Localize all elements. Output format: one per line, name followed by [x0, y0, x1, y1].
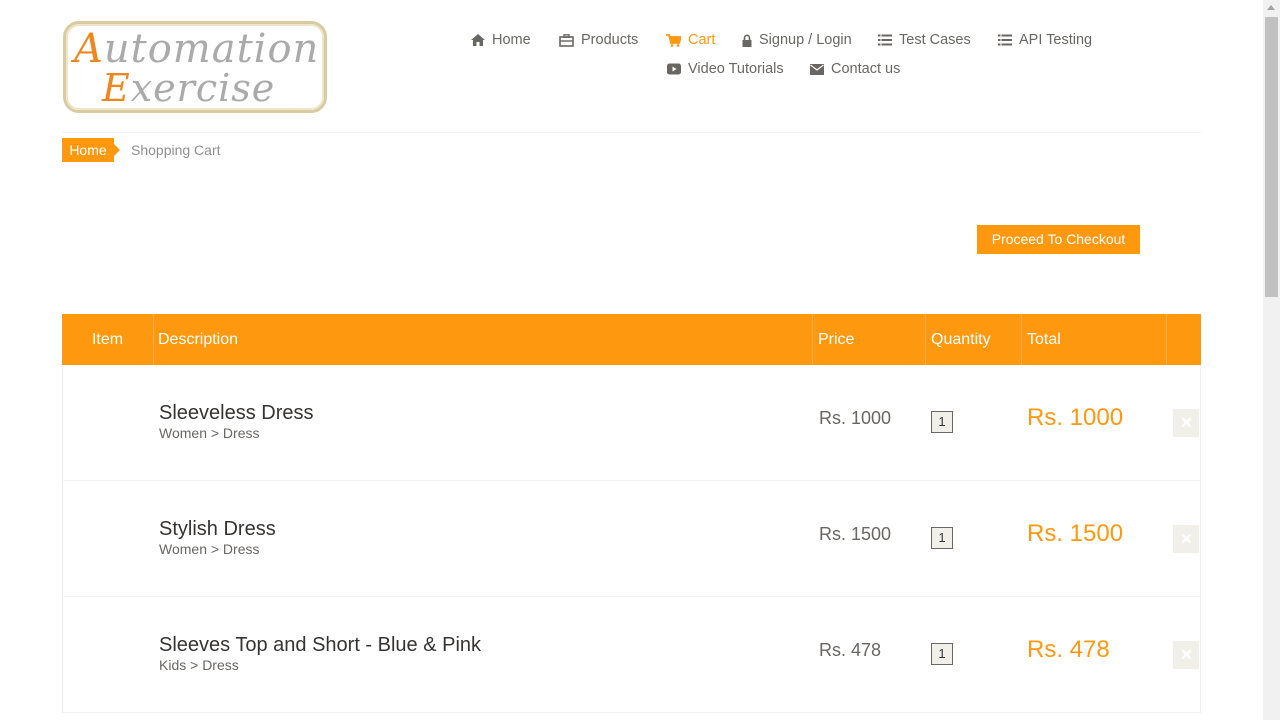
close-icon	[1181, 530, 1191, 548]
product-name[interactable]: Stylish Dress	[159, 518, 276, 541]
nav-test-cases[interactable]: Test Cases	[878, 32, 971, 48]
breadcrumb-current: Shopping Cart	[131, 142, 221, 158]
header-divider	[62, 132, 1201, 133]
product-price: Rs. 1000	[819, 408, 892, 428]
product-quantity: 1	[931, 527, 953, 549]
scroll-up-arrow-icon[interactable]	[1267, 5, 1275, 10]
nav-api-testing[interactable]: API Testing	[998, 32, 1092, 48]
nav-api-testing-label: API Testing	[1019, 32, 1093, 48]
scroll-thumb[interactable]	[1265, 17, 1278, 297]
nav-signup-login[interactable]: Signup / Login	[742, 32, 852, 48]
site-logo[interactable]: Automation Exercise	[63, 21, 327, 113]
lock-icon	[742, 34, 752, 47]
product-quantity: 1	[931, 411, 953, 433]
nav-cart[interactable]: Cart	[666, 32, 715, 48]
cart-table: Item Description Price Quantity Total Sl…	[62, 314, 1201, 713]
logo-line-2: Exercise	[102, 66, 276, 110]
nav-video-tutorials-label: Video Tutorials	[688, 61, 784, 77]
header-total: Total	[1022, 314, 1167, 365]
nav-signup-login-label: Signup / Login	[759, 32, 852, 48]
product-category: Kids > Dress	[159, 657, 239, 673]
list-icon	[998, 34, 1012, 46]
nav-products[interactable]: Products	[559, 32, 638, 48]
product-quantity: 1	[931, 643, 953, 665]
nav-test-cases-label: Test Cases	[899, 32, 971, 48]
product-total: Rs. 1500	[1027, 520, 1124, 547]
product-total: Rs. 1000	[1027, 404, 1124, 431]
cart-row: Sleeveless Dress Women > Dress Rs. 1000 …	[62, 365, 1201, 481]
page-scrollbar[interactable]	[1263, 0, 1280, 720]
header-item: Item	[62, 314, 154, 365]
proceed-to-checkout-button[interactable]: Proceed To Checkout	[977, 225, 1140, 254]
nav-cart-label: Cart	[688, 32, 716, 48]
nav-home[interactable]: Home	[471, 32, 531, 48]
nav-home-label: Home	[492, 32, 531, 48]
close-icon	[1181, 414, 1191, 432]
delete-item-button[interactable]	[1173, 409, 1199, 437]
delete-item-button[interactable]	[1173, 641, 1199, 669]
list-icon	[878, 34, 892, 46]
header-quantity: Quantity	[926, 314, 1022, 365]
cart-table-header: Item Description Price Quantity Total	[62, 314, 1201, 365]
product-category: Women > Dress	[159, 425, 260, 441]
product-price: Rs. 1500	[819, 524, 892, 544]
product-name[interactable]: Sleeveless Dress	[159, 402, 314, 425]
cart-row: Stylish Dress Women > Dress Rs. 1500 1 R…	[62, 481, 1201, 597]
close-icon	[1181, 646, 1191, 664]
product-name[interactable]: Sleeves Top and Short - Blue & Pink	[159, 634, 481, 657]
products-icon	[559, 33, 574, 47]
envelope-icon	[810, 63, 824, 75]
delete-item-button[interactable]	[1173, 525, 1199, 553]
nav-video-tutorials[interactable]: Video Tutorials	[667, 61, 784, 77]
nav-contact-us[interactable]: Contact us	[810, 61, 900, 77]
youtube-icon	[667, 63, 681, 75]
cart-icon	[666, 33, 681, 47]
header-description: Description	[153, 314, 813, 365]
nav-products-label: Products	[581, 32, 639, 48]
cart-row: Sleeves Top and Short - Blue & Pink Kids…	[62, 597, 1201, 713]
header-price: Price	[813, 314, 926, 365]
product-category: Women > Dress	[159, 541, 260, 557]
product-total: Rs. 478	[1027, 636, 1110, 663]
nav-contact-us-label: Contact us	[831, 61, 901, 77]
product-price: Rs. 478	[819, 640, 882, 660]
breadcrumb-home[interactable]: Home	[62, 138, 120, 162]
home-icon	[471, 34, 485, 46]
